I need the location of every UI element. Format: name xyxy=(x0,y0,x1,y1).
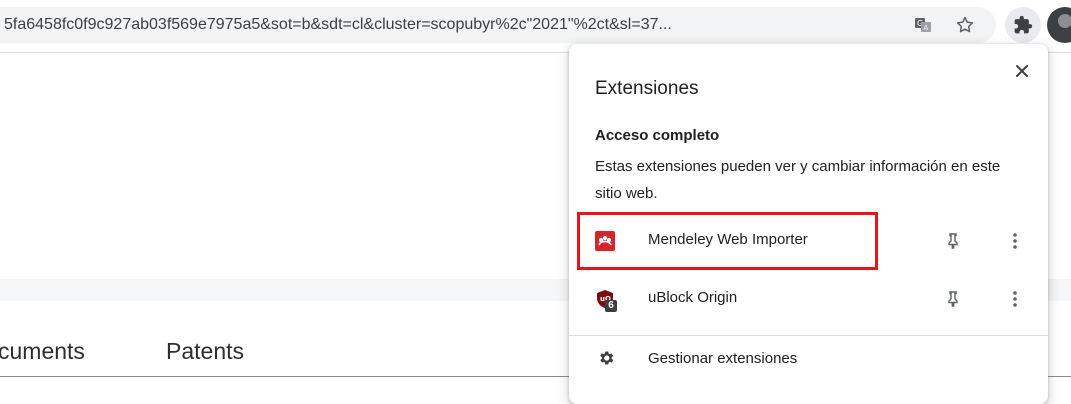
pin-button[interactable] xyxy=(941,229,965,253)
tab-documents[interactable]: cuments xyxy=(0,338,85,365)
extension-row-mendeley[interactable]: Mendeley Web Importer xyxy=(569,214,1048,268)
section-description: Estas extensiones pueden ver y cambiar i… xyxy=(595,158,1001,202)
tab-patents[interactable]: Patents xyxy=(166,338,244,365)
extension-name: Mendeley Web Importer xyxy=(648,231,808,248)
star-icon[interactable] xyxy=(955,15,975,35)
svg-text:A: A xyxy=(924,24,929,32)
extensions-button[interactable] xyxy=(1005,7,1041,43)
url-text[interactable]: 5fa6458fc0f9c927ab03f569e7975a5&sot=b&sd… xyxy=(4,16,884,34)
close-button[interactable] xyxy=(1009,58,1035,84)
mendeley-icon xyxy=(595,231,615,251)
more-options-button[interactable] xyxy=(1003,287,1027,311)
address-bar[interactable]: 5fa6458fc0f9c927ab03f569e7975a5&sot=b&sd… xyxy=(0,7,996,43)
extension-row-ublock[interactable]: uO 6 uBlock Origin xyxy=(569,272,1048,326)
puzzle-icon xyxy=(1014,15,1033,34)
manage-extensions-label: Gestionar extensiones xyxy=(648,350,798,367)
gear-icon xyxy=(600,351,614,365)
section-title: Acceso completo xyxy=(595,127,720,144)
popup-title: Extensiones xyxy=(595,78,699,99)
close-icon xyxy=(1016,65,1028,77)
more-options-button[interactable] xyxy=(1003,229,1027,253)
ublock-icon: uO 6 xyxy=(595,289,617,312)
extensions-popup: Extensiones Acceso completo Estas extens… xyxy=(569,44,1048,404)
ublock-badge: 6 xyxy=(605,300,617,312)
more-vert-icon xyxy=(1013,291,1017,307)
pin-icon xyxy=(948,291,958,307)
avatar[interactable] xyxy=(1047,7,1071,43)
pin-button[interactable] xyxy=(941,287,965,311)
pin-icon xyxy=(948,233,958,249)
extension-name: uBlock Origin xyxy=(648,289,738,306)
manage-extensions-button[interactable]: Gestionar extensiones xyxy=(569,336,1048,382)
translate-icon[interactable]: G A xyxy=(913,15,933,35)
more-vert-icon xyxy=(1013,233,1017,249)
